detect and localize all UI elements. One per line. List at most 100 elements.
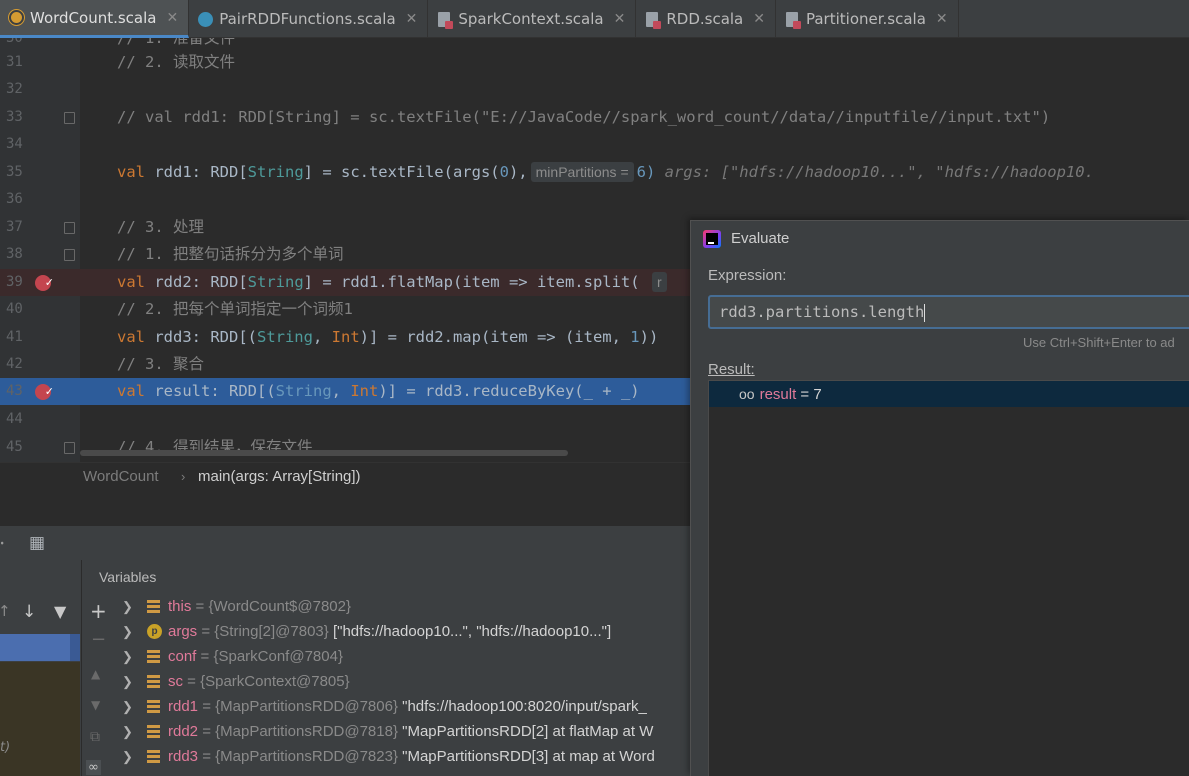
fold-marker-icon[interactable] [64,442,75,454]
arrow-up-icon[interactable]: ▲ [91,667,100,681]
code-line[interactable]: 32 [0,76,1189,103]
variable-type: {String[2]@7803} [214,623,329,640]
close-icon[interactable]: ✕ [936,11,948,27]
breadcrumb-method[interactable]: main(args: Array[String]) [198,463,361,491]
fold-marker-icon[interactable] [64,222,75,234]
minus-icon[interactable]: − [91,629,106,650]
line-number: 38 [6,246,23,262]
variable-value: ["hdfs://hadoop10...", "hdfs://hadoop10.… [332,623,612,640]
glasses-icon[interactable]: ∞ [86,760,101,775]
arrow-down-icon[interactable]: ▼ [91,698,100,712]
code-line[interactable]: 35 val rdd1: RDD[String] = sc.textFile(a… [0,159,1189,186]
variable-row[interactable]: ❯ conf = {SparkConf@7804} [112,644,700,669]
chevron-right-icon[interactable]: ❯ [122,669,133,694]
shortcut-hint: Use Ctrl+Shift+Enter to ad [1023,335,1175,350]
line-number: 44 [6,411,23,427]
variable-row[interactable]: ❯ p args = {String[2]@7803} ["hdfs://had… [112,619,700,644]
evaluate-dialog: Evaluate Expression: rdd3.partitions.len… [690,220,1189,776]
copy-icon[interactable]: ⧉ [90,729,100,745]
line-number: 41 [6,329,23,345]
chevron-right-icon[interactable]: ❯ [122,719,133,744]
variable-type: {MapPartitionsRDD@7806} [215,698,398,715]
code-text: val rdd1: RDD[String] = sc.textFile(args… [117,162,1094,182]
code-text: // 3. 聚合 [117,355,204,373]
dialog-title: Evaluate [731,230,790,247]
table-view-icon[interactable]: ▦ [29,533,45,553]
chevron-right-icon[interactable]: ❯ [122,594,133,619]
code-line[interactable]: 33 // val rdd1: RDD[String] = sc.textFil… [0,104,1189,131]
close-icon[interactable]: ✕ [166,10,178,26]
variable-row[interactable]: ❯ rdd2 = {MapPartitionsRDD@7818} "MapPar… [112,719,700,744]
tab-label: RDD.scala [666,10,744,28]
code-line[interactable]: 34 [0,131,1189,158]
tab-wordcount[interactable]: WordCount.scala ✕ [0,0,190,38]
tab-label: WordCount.scala [30,8,157,27]
decompiled-class-icon [644,11,662,29]
decompiled-class-icon [436,11,454,29]
frames-list[interactable]: t) [0,662,80,776]
breadcrumb-object[interactable]: WordCount [83,463,159,491]
line-number: 36 [6,191,23,207]
result-tree[interactable]: oo result = 7 [708,380,1189,776]
code-text: // 2. 把每个单词指定一个词频1 [117,300,353,318]
line-number: 37 [6,219,23,235]
horizontal-scrollbar[interactable] [80,450,568,456]
breakpoint-icon[interactable] [35,269,54,296]
frame-selected[interactable] [0,634,80,661]
variable-name: sc [168,673,183,690]
scala-object-icon [8,10,24,26]
tab-label: Partitioner.scala [805,10,926,28]
arrow-down-icon[interactable]: ↓ [22,602,36,622]
variable-name: rdd1 [168,698,199,715]
code-text: val rdd3: RDD[(String, Int)] = rdd2.map(… [117,328,659,346]
close-icon[interactable]: ✕ [406,11,418,27]
variable-type: {SparkContext@7805} [200,673,350,690]
chevron-right-icon[interactable]: ❯ [122,744,133,769]
variable-type: {WordCount$@7802} [208,598,352,615]
field-icon [147,700,160,713]
chevron-right-icon[interactable]: ❯ [122,644,133,669]
line-number: 35 [6,164,23,180]
fold-marker-icon[interactable] [64,249,75,261]
expression-label: Expression: [708,267,787,284]
text-caret [924,303,926,322]
result-value: 7 [813,386,822,403]
code-text: val rdd2: RDD[String] = rdd1.flatMap(ite… [117,269,670,296]
chevron-right-icon[interactable]: ❯ [122,694,133,719]
variables-tree[interactable]: ❯ this = {WordCount$@7802} ❯ p args = {S… [112,594,700,776]
breadcrumb: WordCount › main(args: Array[String]) [0,462,700,492]
line-number: 39 [6,274,23,290]
tab-rdd[interactable]: RDD.scala ✕ [636,0,776,38]
variable-row[interactable]: ❯ rdd3 = {MapPartitionsRDD@7823} "MapPar… [112,744,700,769]
result-row[interactable]: oo result = 7 [709,381,1189,407]
line-number: 33 [6,109,23,125]
variable-value: "hdfs://hadoop100:8020/input/spark_ [402,698,647,715]
arrow-up-icon[interactable]: ↑ [0,602,11,620]
field-icon [147,600,160,613]
chevron-right-icon[interactable]: ❯ [122,619,133,644]
plus-icon[interactable]: + [90,599,107,623]
line-number: 40 [6,301,23,317]
code-line[interactable]: 31 // 2. 读取文件 [0,49,1189,76]
close-icon[interactable]: ✕ [753,11,765,27]
tab-sparkcontext[interactable]: SparkContext.scala ✕ [428,0,637,38]
breakpoint-icon[interactable] [35,378,54,405]
variable-row[interactable]: ❯ sc = {SparkContext@7805} [112,669,700,694]
filter-icon[interactable]: ▼ [54,602,66,621]
line-number: 31 [6,54,23,70]
evaluate-title-bar[interactable]: Evaluate [691,221,1189,257]
expression-input[interactable]: rdd3.partitions.length [708,295,1189,329]
variable-row[interactable]: ❯ rdd1 = {MapPartitionsRDD@7806} "hdfs:/… [112,694,700,719]
code-line[interactable]: 36 [0,186,1189,213]
close-icon[interactable]: ✕ [614,11,626,27]
result-name: result [759,386,797,403]
tool-icon[interactable]: ꞏ [0,534,4,553]
line-number: 34 [6,136,23,152]
tab-pairrddfunctions[interactable]: PairRDDFunctions.scala ✕ [189,0,429,38]
line-number: 45 [6,439,23,455]
tab-partitioner[interactable]: Partitioner.scala ✕ [776,0,959,38]
variable-row[interactable]: ❯ this = {WordCount$@7802} [112,594,700,619]
glasses-icon: oo [739,386,755,402]
result-label: Result: [708,361,755,378]
fold-marker-icon[interactable] [64,112,75,124]
